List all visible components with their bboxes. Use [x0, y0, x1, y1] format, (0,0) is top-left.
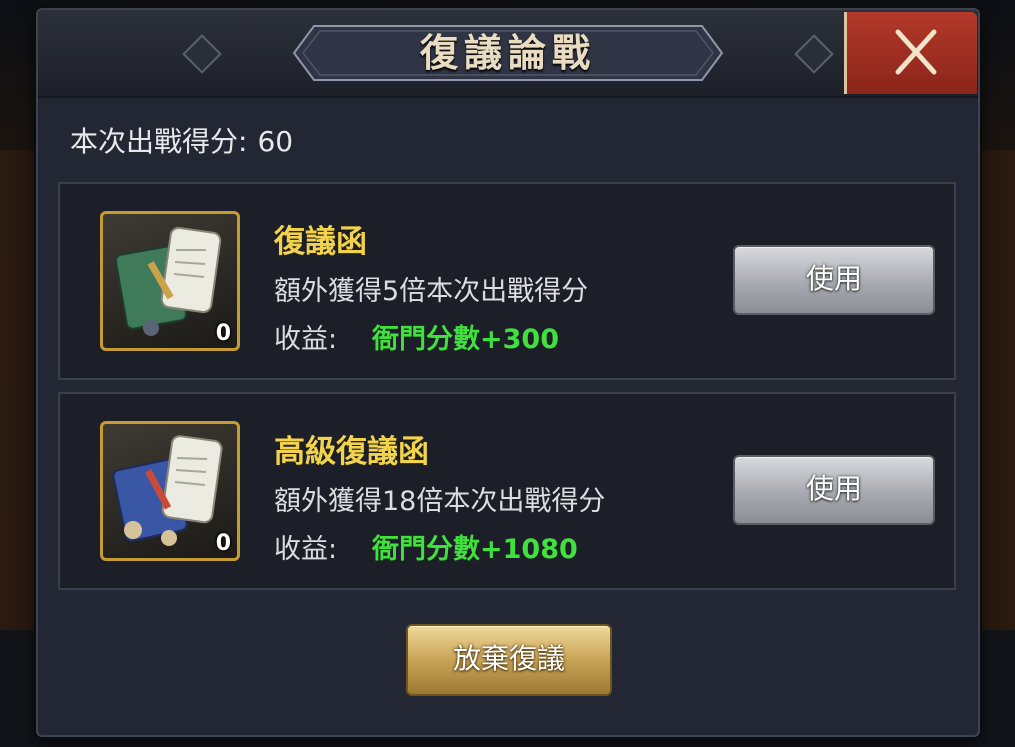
item-icon-slot[interactable]: 0 — [100, 421, 240, 561]
battle-score: 本次出戰得分: 60 — [70, 120, 303, 160]
header-ornament-right — [794, 34, 834, 74]
item-icon-slot[interactable]: 0 — [100, 211, 240, 351]
item-card-advanced-review-letter: 0 高級復議函 額外獲得18倍本次出戰得分 收益: 衙門分數+1080 使用 — [58, 392, 956, 590]
item-count: 0 — [215, 321, 231, 346]
title-plate: 復議論戰 — [292, 24, 724, 82]
item-reward-label: 收益: — [274, 534, 338, 565]
header-ornament-left — [182, 34, 222, 74]
close-x-icon — [895, 29, 937, 75]
item-reward-value: 衙門分數+1080 — [372, 534, 578, 565]
green-scroll-icon — [114, 226, 222, 336]
item-name: 復議函 — [274, 224, 367, 260]
close-button[interactable] — [844, 12, 977, 94]
use-button[interactable]: 使用 — [733, 455, 935, 525]
dialog-header: 復議論戰 — [38, 10, 978, 98]
item-description: 額外獲得5倍本次出戰得分 — [274, 276, 589, 307]
abandon-review-button[interactable]: 放棄復議 — [406, 624, 612, 696]
item-card-review-letter: 0 復議函 額外獲得5倍本次出戰得分 收益: 衙門分數+300 使用 — [58, 182, 956, 380]
use-button[interactable]: 使用 — [733, 245, 935, 315]
blue-scroll-icon — [112, 435, 223, 546]
item-count: 0 — [215, 531, 231, 556]
battle-score-value: 60 — [257, 125, 294, 158]
item-description: 額外獲得18倍本次出戰得分 — [274, 486, 606, 517]
item-name: 高級復議函 — [274, 434, 429, 470]
dialog-title: 復議論戰 — [419, 30, 596, 75]
item-reward-value: 衙門分數+300 — [372, 324, 559, 355]
battle-score-label: 本次出戰得分: — [70, 125, 248, 158]
review-dialog: 復議論戰 本次出戰得分: 60 0 復議函 額外獲得5倍本次出戰得分 收益: 衙… — [36, 8, 980, 737]
item-reward-label: 收益: — [274, 324, 338, 355]
